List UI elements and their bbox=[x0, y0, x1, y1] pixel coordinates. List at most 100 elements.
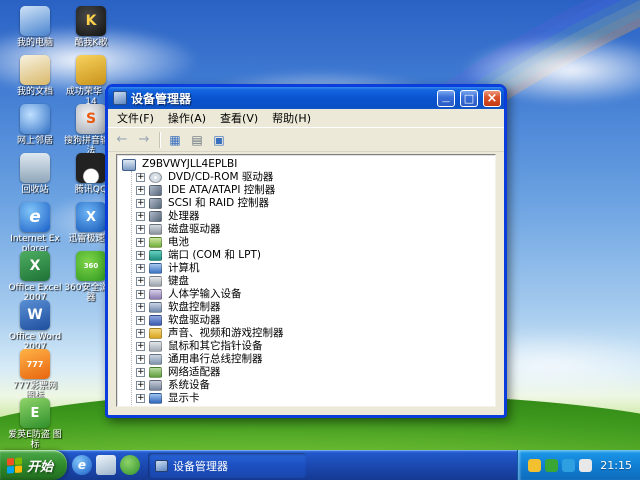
tray-volume-icon[interactable] bbox=[579, 459, 592, 472]
tree-item[interactable]: DVD/CD-ROM 驱动器 bbox=[136, 171, 495, 184]
expand-icon[interactable] bbox=[136, 394, 145, 403]
device-tree[interactable]: Z9BVWYJLL4EPLBI DVD/CD-ROM 驱动器 IDE ATA/A… bbox=[116, 154, 496, 407]
expand-icon[interactable] bbox=[136, 329, 145, 338]
tree-item[interactable]: 显示卡 bbox=[136, 392, 495, 405]
tree-item[interactable]: 通用串行总线控制器 bbox=[136, 353, 495, 366]
console-tree-icon[interactable] bbox=[165, 130, 185, 149]
expand-icon[interactable] bbox=[136, 186, 145, 195]
back-icon[interactable] bbox=[112, 130, 132, 149]
tree-item[interactable]: 鼠标和其它指针设备 bbox=[136, 340, 495, 353]
expand-icon[interactable] bbox=[136, 303, 145, 312]
tree-item[interactable]: SCSI 和 RAID 控制器 bbox=[136, 197, 495, 210]
tree-item[interactable]: 计算机 bbox=[136, 262, 495, 275]
tree-item[interactable]: 电池 bbox=[136, 236, 495, 249]
tree-item[interactable]: 软盘控制器 bbox=[136, 301, 495, 314]
expand-icon[interactable] bbox=[136, 212, 145, 221]
expand-icon[interactable] bbox=[136, 225, 145, 234]
tray-input-method-icon[interactable] bbox=[528, 459, 541, 472]
menu-action[interactable]: 操作(A) bbox=[161, 108, 213, 128]
ide-controller-icon bbox=[149, 185, 162, 196]
quick-launch-app-icon[interactable] bbox=[120, 455, 140, 475]
window-title: 设备管理器 bbox=[131, 90, 432, 107]
disk-drive-icon bbox=[149, 224, 162, 235]
desktop-icon-internet-explorer[interactable]: Internet Explorer bbox=[8, 202, 62, 255]
cd-drive-icon bbox=[149, 172, 162, 183]
taskbar: 开始 设备管理器 21:15 bbox=[0, 450, 640, 480]
thunder-icon bbox=[76, 202, 106, 232]
minimize-button[interactable] bbox=[437, 90, 455, 107]
expand-icon[interactable] bbox=[136, 316, 145, 325]
tree-item-label: 电池 bbox=[166, 236, 191, 249]
tree-item-label: 鼠标和其它指针设备 bbox=[166, 340, 265, 353]
tree-item[interactable]: IDE ATA/ATAPI 控制器 bbox=[136, 184, 495, 197]
start-button[interactable]: 开始 bbox=[0, 450, 67, 480]
tree-item[interactable]: 声音、视频和游戏控制器 bbox=[136, 327, 495, 340]
tree-item[interactable]: 磁盘驱动器 bbox=[136, 223, 495, 236]
expand-icon[interactable] bbox=[136, 355, 145, 364]
desktop-icon-network-places[interactable]: 网上邻居 bbox=[8, 104, 62, 146]
expand-icon[interactable] bbox=[136, 173, 145, 182]
k-app-icon bbox=[76, 6, 106, 36]
desktop-icon-lottery[interactable]: 777彩票网 图标 bbox=[8, 349, 62, 402]
keyboard-icon bbox=[149, 276, 162, 287]
maximize-button[interactable] bbox=[460, 90, 478, 107]
quick-launch-ie-icon[interactable] bbox=[72, 455, 92, 475]
recycle-bin-icon bbox=[20, 153, 50, 183]
desktop-icon-word[interactable]: Office Word 2007 bbox=[8, 300, 62, 353]
browser-360-icon bbox=[76, 251, 106, 281]
tree-item-label: 通用串行总线控制器 bbox=[166, 353, 265, 366]
lottery-icon bbox=[20, 349, 50, 379]
task-button-device-manager[interactable]: 设备管理器 bbox=[148, 453, 306, 478]
help-icon[interactable] bbox=[209, 130, 229, 149]
hid-icon bbox=[149, 289, 162, 300]
display-adapter-icon bbox=[149, 393, 162, 404]
show-desktop-icon[interactable] bbox=[96, 455, 116, 475]
desktop-icon-label: 酷我K歌 bbox=[64, 38, 118, 48]
tree-root[interactable]: Z9BVWYJLL4EPLBI bbox=[122, 158, 495, 171]
menu-view[interactable]: 查看(V) bbox=[213, 108, 265, 128]
tree-item[interactable]: 系统设备 bbox=[136, 379, 495, 392]
tree-item-label: 网络适配器 bbox=[166, 366, 223, 379]
word-icon bbox=[20, 300, 50, 330]
properties-icon[interactable] bbox=[187, 130, 207, 149]
titlebar[interactable]: 设备管理器 bbox=[108, 87, 504, 109]
desktop-icon-recycle-bin[interactable]: 回收站 bbox=[8, 153, 62, 195]
expand-icon[interactable] bbox=[136, 264, 145, 273]
expand-icon[interactable] bbox=[136, 199, 145, 208]
expand-icon[interactable] bbox=[136, 381, 145, 390]
clock[interactable]: 21:15 bbox=[600, 459, 632, 472]
tree-item-label: 软盘驱动器 bbox=[166, 314, 223, 327]
ports-icon bbox=[149, 250, 162, 261]
tree-item-label: 磁盘驱动器 bbox=[166, 223, 223, 236]
tree-item[interactable]: 键盘 bbox=[136, 275, 495, 288]
tree-item[interactable]: 处理器 bbox=[136, 210, 495, 223]
expand-icon[interactable] bbox=[136, 290, 145, 299]
close-button[interactable] bbox=[483, 90, 501, 107]
tray-network-icon[interactable] bbox=[562, 459, 575, 472]
sogou-icon bbox=[76, 104, 106, 134]
security-app-icon bbox=[20, 398, 50, 428]
expand-icon[interactable] bbox=[136, 368, 145, 377]
tray-antivirus-icon[interactable] bbox=[545, 459, 558, 472]
forward-icon[interactable] bbox=[134, 130, 154, 149]
desktop-icon-k-app[interactable]: 酷我K歌 bbox=[64, 6, 118, 48]
expand-icon[interactable] bbox=[136, 238, 145, 247]
expand-icon[interactable] bbox=[136, 277, 145, 286]
desktop-icon-security-app[interactable]: 爱英E防盗 图标 bbox=[8, 398, 62, 450]
menu-help[interactable]: 帮助(H) bbox=[265, 108, 318, 128]
tree-item[interactable]: 软盘驱动器 bbox=[136, 314, 495, 327]
expand-icon[interactable] bbox=[136, 251, 145, 260]
desktop-icon-excel[interactable]: Office Excel 2007 bbox=[8, 251, 62, 304]
tree-item[interactable]: 端口 (COM 和 LPT) bbox=[136, 249, 495, 262]
my-documents-icon bbox=[20, 55, 50, 85]
tree-item-label: SCSI 和 RAID 控制器 bbox=[166, 197, 271, 210]
menu-file[interactable]: 文件(F) bbox=[110, 108, 161, 128]
tree-item[interactable]: 网络适配器 bbox=[136, 366, 495, 379]
desktop-icon-my-computer[interactable]: 我的电脑 bbox=[8, 6, 62, 48]
expand-icon[interactable] bbox=[136, 342, 145, 351]
desktop-icon-my-documents[interactable]: 我的文档 bbox=[8, 55, 62, 97]
tree-item[interactable]: 人体学输入设备 bbox=[136, 288, 495, 301]
usb-controller-icon bbox=[149, 354, 162, 365]
qq-icon bbox=[76, 153, 106, 183]
tree-item-label: IDE ATA/ATAPI 控制器 bbox=[166, 184, 277, 197]
